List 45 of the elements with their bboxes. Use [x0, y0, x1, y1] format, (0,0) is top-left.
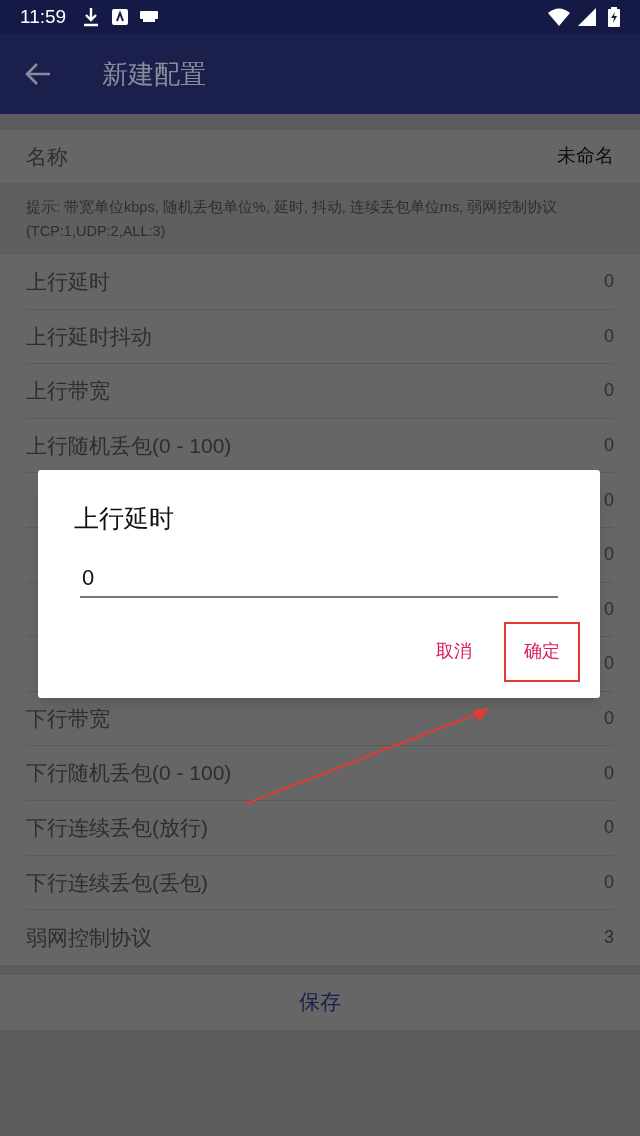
- setting-value: 0: [604, 434, 614, 458]
- battery-charging-icon: [608, 7, 620, 27]
- save-button[interactable]: 保存: [0, 974, 640, 1030]
- input-field[interactable]: 0: [80, 559, 558, 598]
- dialog-title: 上行延时: [74, 503, 175, 534]
- setting-label: 弱网控制协议: [26, 924, 152, 951]
- app-icon: [112, 9, 129, 25]
- setting-row[interactable]: 下行随机丢包(0 - 100) 0: [26, 746, 614, 801]
- back-arrow-icon[interactable]: [24, 62, 52, 86]
- setting-row[interactable]: 上行延时 0: [26, 255, 614, 310]
- setting-value: 0: [604, 270, 614, 294]
- wifi-icon: [548, 8, 570, 26]
- setting-value: 0: [604, 324, 614, 348]
- setting-row[interactable]: 上行带宽 0: [26, 364, 614, 419]
- dialog-button[interactable]: 取消: [424, 621, 484, 682]
- setting-label: 上行延时抖动: [26, 323, 152, 350]
- setting-row[interactable]: 下行连续丢包(放行) 0: [26, 800, 614, 856]
- setting-label: 上行带宽: [26, 378, 110, 405]
- dialog-button[interactable]: 确定: [504, 621, 580, 682]
- setting-value: 0: [604, 543, 614, 567]
- setting-value: 0: [604, 870, 614, 894]
- setting-value: 0: [604, 707, 614, 731]
- signal-icon: [578, 8, 596, 26]
- setting-value: 0: [604, 488, 614, 512]
- setting-label: 下行连续丢包(丢包): [26, 869, 208, 896]
- setting-row[interactable]: 下行连续丢包(丢包) 0: [26, 855, 614, 911]
- setting-label: 上行随机丢包(0 - 100): [26, 432, 232, 459]
- name-value: 未命名: [557, 144, 614, 169]
- setting-value: 0: [604, 597, 614, 621]
- setting-label: 下行连续丢包(放行): [26, 815, 208, 841]
- setting-value: 0: [604, 761, 614, 785]
- name-label: 名称: [26, 143, 68, 170]
- toolbar-title: 新建配置: [102, 57, 206, 91]
- setting-label: 上行延时: [26, 269, 110, 296]
- setting-label: 下行带宽: [26, 705, 110, 732]
- setting-value: 0: [604, 816, 614, 840]
- setting-value: 0: [604, 379, 614, 403]
- status-time: 11:59: [20, 4, 67, 29]
- download-icon: [82, 7, 101, 27]
- setting-value: 0: [604, 652, 614, 676]
- name-row[interactable]: 名称 未命名: [0, 130, 640, 183]
- setting-row[interactable]: 弱网控制协议 3: [26, 910, 614, 965]
- setting-value: 3: [604, 925, 614, 949]
- setting-row[interactable]: 上行延时抖动 0: [26, 309, 614, 365]
- setting-label: 下行随机丢包(0 - 100): [26, 760, 232, 787]
